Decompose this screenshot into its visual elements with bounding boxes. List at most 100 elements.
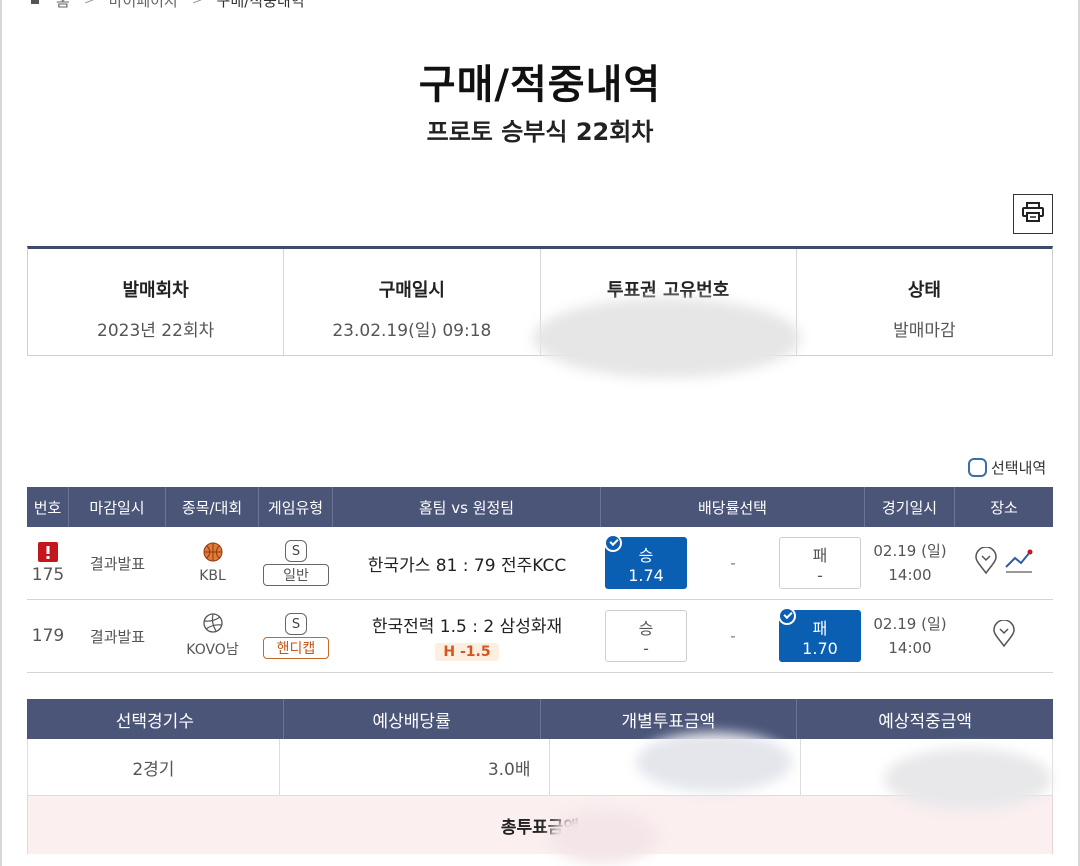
header-date: 경기일시: [865, 487, 955, 527]
draw-odds: -: [730, 554, 736, 572]
checkbox-icon: [968, 458, 987, 477]
chevron-right-icon: >: [191, 0, 203, 8]
summary-header: 선택경기수 예상배당률 개별투표금액 예상적중금액: [27, 699, 1053, 739]
redaction-blur-stake: [636, 732, 792, 792]
home-icon[interactable]: [28, 0, 42, 9]
close-status: 결과발표: [89, 627, 146, 646]
lose-label: 패: [812, 545, 828, 565]
purchase-date-label: 구매일시: [378, 280, 445, 301]
warning-icon: [38, 541, 58, 562]
league-name: KBL: [199, 568, 226, 584]
lose-label: 패: [812, 618, 828, 638]
status-column: 상태 발매마감: [797, 249, 1052, 355]
single-badge: S: [285, 613, 307, 635]
win-odds: 1.74: [628, 565, 664, 585]
location-pin-icon[interactable]: [992, 619, 1016, 652]
header-no: 번호: [27, 487, 69, 527]
lose-odds-button[interactable]: 패 -: [778, 537, 861, 589]
game-time: 14:00: [888, 566, 932, 584]
lose-odds-button[interactable]: 패 1.70: [777, 607, 861, 662]
game-count: 2경기: [28, 739, 280, 795]
table-row: 179 결과발표 KOVO남 S 핸디캡 한국전력 1.5 : 2 삼성화재 H…: [27, 600, 1053, 673]
location-pin-icon[interactable]: [974, 546, 998, 579]
game-type: 일반: [263, 564, 329, 586]
win-odds-button[interactable]: 승 1.74: [604, 534, 687, 589]
games-table-header: 번호 마감일시 종목/대회 게임유형 홈팀 vs 원정팀 배당률선택 경기일시 …: [27, 487, 1053, 527]
draw-odds: -: [730, 627, 736, 645]
basketball-icon: [203, 542, 223, 566]
selection-toggle-label: 선택내역: [991, 459, 1047, 477]
header-type: 게임유형: [259, 487, 333, 527]
page-title: 구매/적중내역: [418, 62, 662, 108]
game-date: 02.19 (일): [873, 542, 947, 560]
header-place: 장소: [990, 498, 1018, 517]
game-type-cell: S 핸디캡: [259, 600, 333, 672]
game-date-cell: 02.19 (일) 14:00: [865, 600, 955, 672]
game-no-cell: 179: [27, 600, 69, 672]
win-label: 승: [638, 618, 654, 638]
check-icon: [604, 534, 622, 552]
match-cell: 한국가스 81 : 79 전주KCC: [333, 527, 601, 599]
game-type-cell: S 일반: [259, 527, 333, 599]
games-table: 번호 마감일시 종목/대회 게임유형 홈팀 vs 원정팀 배당률선택 경기일시 …: [27, 487, 1053, 673]
round-label: 발매회차: [122, 280, 189, 301]
breadcrumb-mypage[interactable]: 마이페이지: [109, 0, 178, 11]
game-date-cell: 02.19 (일) 14:00: [865, 527, 955, 599]
redaction-blur-payout: [884, 748, 1052, 810]
win-odds-button[interactable]: 승 -: [605, 610, 687, 662]
header-game-count: 선택경기수: [27, 699, 284, 739]
status-label: 상태: [907, 280, 941, 301]
page-subtitle: 프로토 승부식 22회차: [426, 118, 654, 146]
win-odds: -: [643, 638, 649, 658]
header-match: 홈팀 vs 원정팀: [333, 487, 601, 527]
header-expected-odds: 예상배당률: [284, 699, 541, 739]
header-odds: 배당률선택: [601, 487, 865, 527]
purchase-date-column: 구매일시 23.02.19(일) 09:18: [284, 249, 541, 355]
check-icon: [777, 607, 796, 625]
header-sport: 종목/대회: [166, 487, 259, 527]
header-expected-payout: 예상적중금액: [878, 711, 973, 732]
handicap-value: H -1.5: [435, 642, 499, 661]
win-label: 승: [638, 545, 654, 565]
league-name: KOVO남: [186, 642, 239, 658]
round-column: 발매회차 2023년 22회차: [28, 249, 285, 355]
place-cell: [955, 527, 1053, 599]
lose-odds: 1.70: [802, 638, 838, 658]
match-result: 한국전력 1.5 : 2 삼성화재: [371, 616, 563, 637]
selection-toggle[interactable]: 선택내역: [968, 457, 1046, 478]
volleyball-icon: [202, 613, 223, 637]
status-value: 발매마감: [893, 321, 956, 341]
odds-cell: 승 - - 패 1.70: [601, 600, 865, 672]
redaction-blur-ticket: [533, 298, 801, 378]
game-no-cell: 175: [27, 527, 69, 599]
breadcrumb-home[interactable]: 홈: [56, 0, 70, 11]
redaction-blur-total: [548, 810, 658, 864]
purchase-date-value: 23.02.19(일) 09:18: [332, 321, 492, 341]
odds-cell: 승 1.74 - 패 -: [601, 527, 865, 599]
trend-chart-icon[interactable]: [1004, 547, 1034, 579]
printer-icon: [1022, 202, 1044, 226]
game-no: 179: [31, 626, 65, 646]
total-stake-row: 총투표금액: [27, 796, 1053, 854]
header-close: 마감일시: [69, 487, 166, 527]
breadcrumb-current: 구매/적중내역: [216, 0, 305, 10]
expected-odds: 3.0배: [280, 739, 550, 795]
sport-cell: KOVO남: [166, 600, 259, 672]
close-status: 결과발표: [89, 554, 146, 573]
game-date: 02.19 (일): [873, 615, 947, 633]
single-badge: S: [285, 540, 307, 562]
place-cell: [955, 600, 1053, 672]
round-value: 2023년 22회차: [97, 321, 215, 341]
game-no: 175: [31, 564, 65, 585]
match-cell: 한국전력 1.5 : 2 삼성화재 H -1.5: [333, 600, 601, 672]
game-type: 핸디캡: [263, 637, 329, 659]
sport-cell: KBL: [166, 527, 259, 599]
game-time: 14:00: [888, 639, 932, 657]
match-result: 한국가스 81 : 79 전주KCC: [367, 555, 567, 576]
table-row: 175 결과발표 KBL S 일반 한국가스 81 : 79 전주KCC 승 1…: [27, 527, 1053, 600]
header-stake: 개별투표금액: [541, 699, 798, 739]
print-button[interactable]: [1013, 194, 1053, 234]
lose-odds: -: [817, 565, 823, 585]
chevron-right-icon: >: [83, 0, 95, 8]
breadcrumb: 홈 > 마이페이지 > 구매/적중내역: [28, 0, 305, 10]
